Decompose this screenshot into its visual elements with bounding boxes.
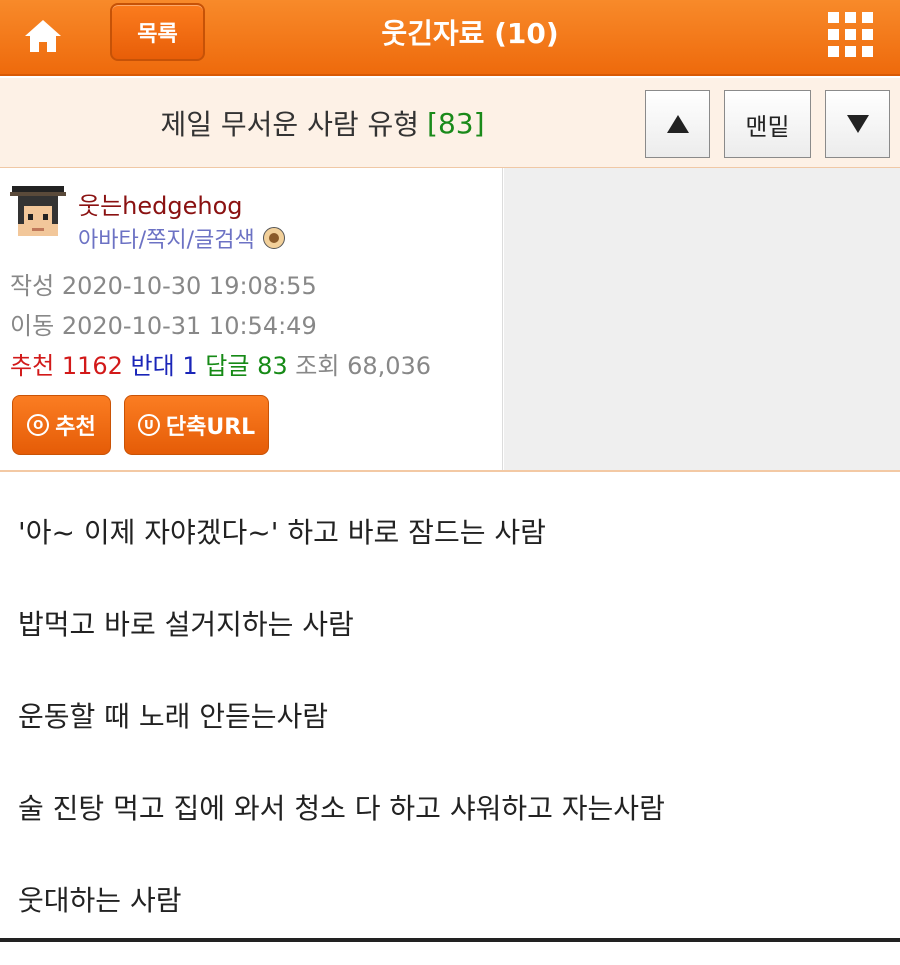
scroll-down-button[interactable] — [825, 90, 890, 158]
board-title[interactable]: 웃긴자료 (10) — [300, 0, 640, 64]
comment-count[interactable]: [83] — [427, 107, 484, 140]
go-bottom-button[interactable]: 맨밑 — [724, 90, 811, 158]
oppose-count: 1 — [182, 352, 198, 380]
arrow-up-icon — [666, 115, 689, 133]
arrow-down-icon — [846, 115, 869, 133]
short-url-button[interactable]: U 단축URL — [124, 395, 269, 455]
recommend-button[interactable]: O 추천 — [12, 395, 111, 455]
post-title-bar: 제일 무서운 사람 유형 [83] 맨밑 — [0, 78, 900, 168]
written-date: 2020-10-30 19:08:55 — [61, 272, 317, 300]
post-content: '아~ 이제 자야겠다~' 하고 바로 잠드는 사람 밥먹고 바로 설거지하는 … — [18, 505, 888, 965]
scroll-up-button[interactable] — [645, 90, 710, 158]
grid-menu-icon[interactable] — [828, 12, 874, 58]
content-line: 운동할 때 노래 안듣는사람 — [18, 700, 329, 733]
content-line: 웃대하는 사람 — [18, 884, 182, 917]
moved-label: 이동 — [10, 312, 55, 340]
list-button[interactable]: 목록 — [110, 3, 205, 61]
recommend-label: 추천 — [10, 352, 55, 380]
content-line: 밥먹고 바로 설거지하는 사람 — [18, 608, 354, 641]
oppose-label: 반대 — [130, 352, 175, 380]
bottom-divider — [0, 938, 900, 942]
post-title-text: 제일 무서운 사람 유형 — [160, 108, 420, 141]
written-label: 작성 — [10, 272, 55, 300]
home-icon[interactable] — [20, 14, 66, 60]
post-title: 제일 무서운 사람 유형 [83] — [0, 78, 645, 168]
reply-count: 83 — [257, 352, 288, 380]
reply-label: 답글 — [205, 352, 250, 380]
recommend-count: 1162 — [61, 352, 123, 380]
recommend-icon: O — [27, 414, 50, 436]
author-links[interactable]: 아바타/쪽지/글검색 — [78, 222, 285, 254]
author-links-text[interactable]: 아바타/쪽지/글검색 — [78, 222, 255, 254]
short-url-button-label: 단축URL — [165, 415, 256, 440]
avatar[interactable] — [10, 184, 66, 242]
short-url-icon: U — [137, 414, 160, 436]
level-badge-icon — [262, 227, 285, 249]
top-bar: 목록 웃긴자료 (10) — [0, 0, 900, 76]
content-line: '아~ 이제 자야겠다~' 하고 바로 잠드는 사람 — [18, 516, 546, 549]
moved-date-row: 이동 2020-10-31 10:54:49 — [10, 306, 317, 341]
recommend-button-label: 추천 — [55, 415, 96, 440]
post-stats: 추천 1162 반대 1 답글 83 조회 68,036 — [10, 346, 431, 381]
content-line: 술 진탕 먹고 집에 와서 청소 다 하고 샤워하고 자는사람 — [18, 792, 665, 825]
divider — [0, 470, 900, 472]
moved-date: 2020-10-31 10:54:49 — [61, 312, 317, 340]
view-label: 조회 — [295, 352, 340, 380]
ad-space — [504, 168, 900, 470]
written-date-row: 작성 2020-10-30 19:08:55 — [10, 266, 317, 301]
author-nickname[interactable]: 웃는hedgehog — [78, 186, 243, 221]
view-count: 68,036 — [347, 352, 432, 380]
